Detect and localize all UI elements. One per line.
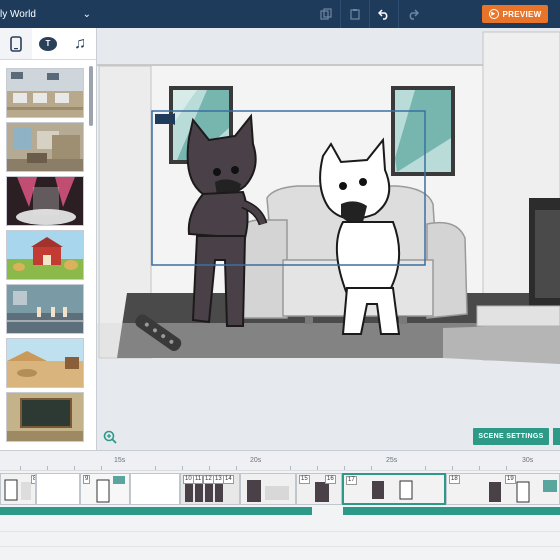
music-note-icon: ♫ (74, 34, 86, 52)
chevron-down-icon: ⌄ (82, 9, 91, 20)
clip-number: 11 (193, 475, 204, 484)
asset-sidebar: T ♫ (0, 28, 97, 450)
clip-number: 17 (346, 476, 357, 485)
copy-icon[interactable] (312, 0, 340, 28)
thumbnail-chalkboard[interactable] (6, 392, 84, 442)
ruler-tick (182, 466, 183, 470)
ruler-tick (344, 466, 345, 470)
ruler-tick (74, 466, 75, 470)
redo-icon[interactable] (399, 0, 427, 28)
animation-editor: ly World ⌄ ▶ PREVIEW T ♫ SCENE SETTINGS … (0, 0, 560, 560)
ruler-tick (155, 466, 156, 470)
ruler-tick (506, 466, 507, 470)
paste-icon[interactable] (341, 0, 369, 28)
scene-clip[interactable]: 18 19 (446, 473, 560, 505)
ruler-tick (317, 466, 318, 470)
preview-button[interactable]: ▶ PREVIEW (482, 5, 548, 23)
world-selector[interactable]: ly World ⌄ (0, 0, 97, 28)
scene-clip[interactable]: 15 16 (296, 473, 342, 505)
ruler-tick (236, 466, 237, 470)
scene-clip[interactable]: 9 (80, 473, 130, 505)
ruler-tick (209, 466, 210, 470)
tab-music[interactable]: ♫ (64, 28, 96, 59)
scene-track: 8 9 10 11 12 13 14 15 16 (0, 473, 560, 505)
timeline-ruler[interactable]: 15s 20s 25s 30s (0, 451, 560, 471)
sidebar-tabs: T ♫ (0, 28, 96, 60)
stage-area (97, 28, 560, 450)
scene-clip[interactable]: 10 11 12 13 14 (180, 473, 240, 505)
scene-canvas[interactable] (97, 28, 560, 450)
tab-props[interactable] (0, 28, 32, 59)
ruler-label: 20s (250, 457, 262, 464)
scene-clip[interactable] (130, 473, 180, 505)
ruler-tick (101, 466, 102, 470)
sidebar-scrollbar[interactable] (89, 66, 93, 126)
clip-number: 19 (505, 475, 516, 484)
ruler-tick (479, 466, 480, 470)
window-right (391, 86, 455, 176)
ruler-tick (20, 466, 21, 470)
scene-settings-button[interactable]: SCENE SETTINGS (473, 428, 549, 445)
ruler-tick (290, 466, 291, 470)
audio-clip[interactable] (343, 507, 560, 515)
ruler-tick (452, 466, 453, 470)
camera-icon (155, 113, 175, 125)
top-bar: ly World ⌄ ▶ PREVIEW (0, 0, 560, 28)
ruler-label: 25s (386, 457, 398, 464)
history-toolbar (312, 0, 427, 28)
ruler-tick (425, 466, 426, 470)
ruler-tick (47, 466, 48, 470)
scene-clip[interactable] (36, 473, 80, 505)
preview-label: PREVIEW (502, 9, 542, 19)
audio-track (0, 507, 560, 515)
clip-number: 9 (83, 475, 91, 484)
undo-icon[interactable] (370, 0, 398, 28)
timeline: 15s 20s 25s 30s 8 (0, 450, 560, 560)
thumbnail-farm[interactable] (6, 230, 84, 280)
thumbnail-desert[interactable] (6, 338, 84, 388)
scene-extra-button[interactable] (553, 428, 560, 445)
clip-number: 18 (449, 475, 460, 484)
zoom-in-icon[interactable] (103, 430, 117, 444)
timeline-empty-tracks (0, 517, 560, 560)
ruler-tick (371, 466, 372, 470)
scene-clip-selected[interactable]: 17 (342, 473, 446, 505)
world-title: ly World (0, 8, 36, 20)
ruler-label: 30s (522, 457, 534, 464)
clip-number: 16 (325, 475, 336, 484)
scene-thumbnail-list (0, 64, 92, 450)
play-icon: ▶ (488, 9, 499, 19)
thumbnail-basketball-court[interactable] (6, 284, 84, 334)
scene-clip[interactable] (240, 473, 296, 505)
tab-text[interactable]: T (32, 28, 64, 59)
speech-bubble-icon: T (39, 36, 57, 51)
thumbnail-office[interactable] (6, 122, 84, 172)
ruler-label: 15s (114, 457, 126, 464)
thumbnail-stage[interactable] (6, 176, 84, 226)
thumbnail-classroom[interactable] (6, 68, 84, 118)
clip-number: 14 (223, 475, 234, 484)
clip-number: 15 (299, 475, 310, 484)
audio-clip[interactable] (0, 507, 312, 515)
phone-icon (10, 35, 22, 52)
scene-clip[interactable]: 8 (0, 473, 36, 505)
